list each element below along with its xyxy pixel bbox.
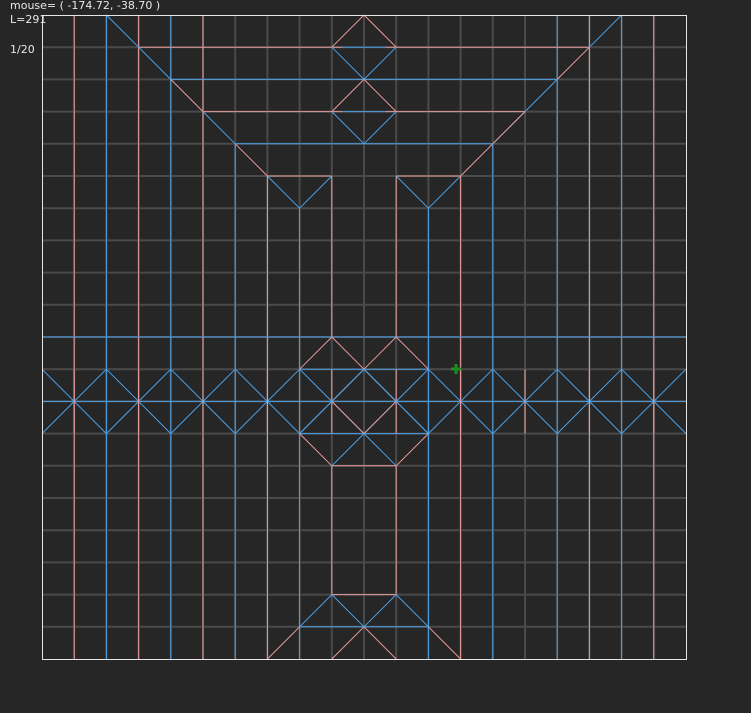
mountain-crease[interactable] [331, 336, 365, 370]
valley-crease[interactable] [460, 368, 494, 402]
valley-crease[interactable] [363, 46, 397, 80]
mountain-crease[interactable] [363, 401, 397, 434]
valley-crease[interactable] [460, 401, 494, 434]
mountain-crease[interactable] [395, 336, 429, 370]
valley-crease[interactable] [589, 14, 622, 48]
valley-crease[interactable] [299, 594, 333, 628]
valley-crease[interactable] [299, 368, 333, 402]
mountain-crease[interactable] [299, 433, 333, 467]
valley-crease[interactable] [589, 401, 622, 434]
mountain-crease[interactable] [331, 401, 365, 434]
mountain-crease[interactable] [556, 46, 590, 80]
mountain-crease[interactable] [363, 79, 397, 112]
valley-crease[interactable] [41, 368, 75, 402]
valley-crease[interactable] [428, 368, 461, 402]
valley-crease[interactable] [621, 401, 655, 434]
mountain-crease[interactable] [428, 626, 461, 660]
valley-crease[interactable] [428, 401, 461, 434]
valley-crease[interactable] [331, 433, 365, 467]
valley-crease[interactable] [41, 401, 75, 434]
valley-crease[interactable] [331, 46, 365, 80]
green-cross-icon [451, 364, 461, 374]
valley-crease[interactable] [524, 401, 558, 434]
crease-pattern-canvas[interactable] [0, 0, 751, 713]
valley-crease[interactable] [395, 594, 429, 628]
valley-crease[interactable] [234, 401, 268, 434]
valley-crease[interactable] [170, 368, 204, 402]
valley-crease[interactable] [331, 594, 365, 628]
mountain-crease[interactable] [331, 626, 365, 660]
valley-crease[interactable] [138, 368, 172, 402]
valley-crease[interactable] [363, 433, 397, 467]
valley-crease[interactable] [621, 368, 655, 402]
mountain-crease[interactable] [267, 626, 300, 660]
mountain-crease[interactable] [395, 433, 429, 467]
mountain-crease[interactable] [234, 143, 268, 177]
valley-crease[interactable] [73, 401, 107, 434]
valley-crease[interactable] [395, 175, 429, 209]
valley-crease[interactable] [170, 401, 204, 434]
valley-crease[interactable] [106, 401, 139, 434]
valley-crease[interactable] [363, 111, 397, 145]
valley-crease[interactable] [299, 175, 333, 209]
valley-crease[interactable] [395, 368, 429, 402]
valley-crease[interactable] [202, 111, 236, 145]
valley-crease[interactable] [653, 368, 687, 402]
valley-crease[interactable] [556, 368, 590, 402]
valley-crease[interactable] [653, 401, 687, 434]
mountain-crease[interactable] [170, 79, 204, 112]
mountain-crease[interactable] [363, 336, 397, 370]
valley-crease[interactable] [492, 368, 526, 402]
valley-crease[interactable] [73, 368, 107, 402]
valley-crease[interactable] [524, 368, 558, 402]
valley-crease[interactable] [492, 401, 526, 434]
valley-crease[interactable] [267, 368, 300, 402]
valley-crease[interactable] [202, 401, 236, 434]
valley-crease[interactable] [267, 401, 300, 434]
valley-crease[interactable] [267, 175, 300, 209]
mountain-crease[interactable] [299, 336, 333, 370]
valley-crease[interactable] [106, 368, 139, 402]
mountain-crease[interactable] [331, 79, 365, 112]
valley-crease[interactable] [556, 401, 590, 434]
valley-crease[interactable] [331, 111, 365, 145]
valley-crease[interactable] [138, 401, 172, 434]
mountain-crease[interactable] [363, 14, 397, 48]
mountain-crease[interactable] [331, 14, 365, 48]
mountain-crease[interactable] [363, 626, 397, 660]
valley-crease[interactable] [202, 368, 236, 402]
valley-crease[interactable] [428, 175, 461, 209]
valley-crease[interactable] [234, 368, 268, 402]
valley-crease[interactable] [589, 368, 622, 402]
valley-crease[interactable] [363, 594, 397, 628]
